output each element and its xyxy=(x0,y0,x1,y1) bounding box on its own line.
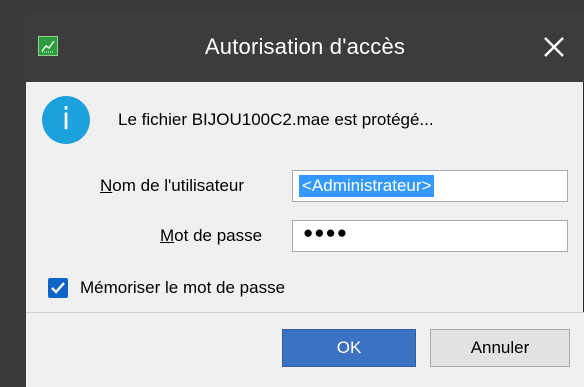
info-icon: i xyxy=(42,96,90,144)
username-value: <Administrateur> xyxy=(299,175,435,197)
ok-button[interactable]: OK xyxy=(282,329,416,367)
username-label-text: om de l'utilisateur xyxy=(112,176,245,195)
dialog-title: Autorisation d'accès xyxy=(204,34,406,59)
password-value: ●●●● xyxy=(303,223,349,242)
remember-password-label[interactable]: Mémoriser le mot de passe xyxy=(80,278,285,298)
password-label-text: ot de passe xyxy=(174,226,263,245)
password-label-mnemonic: M xyxy=(160,226,175,245)
password-label: Mot de passe xyxy=(160,226,262,246)
username-label-mnemonic: N xyxy=(100,176,113,195)
close-icon xyxy=(544,37,564,57)
remember-password-checkbox[interactable] xyxy=(48,278,68,298)
cancel-button[interactable]: Annuler xyxy=(430,329,570,367)
message-text: Le fichier BIJOU100C2.mae est protégé... xyxy=(118,110,434,129)
button-bar: OK Annuler xyxy=(26,313,584,387)
username-input[interactable]: <Administrateur> xyxy=(292,170,568,202)
access-dialog: Autorisation d'accès i Le fichier BIJOU1… xyxy=(26,12,584,387)
username-label: Nom de l'utilisateur xyxy=(100,176,244,196)
close-button[interactable] xyxy=(524,12,584,82)
checkmark-icon xyxy=(51,282,65,294)
password-input[interactable]: ●●●● xyxy=(292,220,568,252)
title-bar[interactable]: Autorisation d'accès xyxy=(26,12,584,82)
